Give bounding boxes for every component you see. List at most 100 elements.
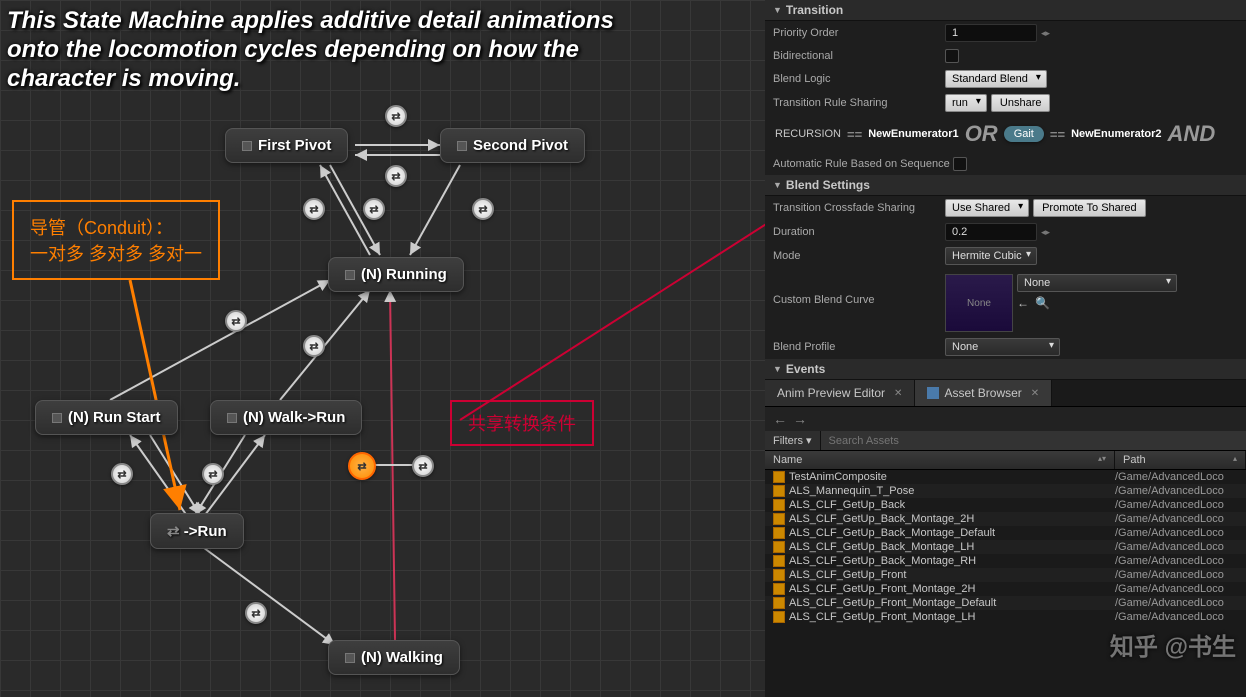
section-header-blend[interactable]: ▼Blend Settings <box>765 175 1246 196</box>
input-priority-order[interactable] <box>945 24 1037 42</box>
transition-icon[interactable]: ⇄ <box>472 198 494 220</box>
transition-icon[interactable]: ⇄ <box>385 105 407 127</box>
state-node-to-run[interactable]: ⇄ ->Run <box>150 513 244 549</box>
transition-icon[interactable]: ⇄ <box>225 310 247 332</box>
label-mode: Mode <box>773 250 945 262</box>
asset-path: /Game/AdvancedLoco <box>1115 583 1238 595</box>
callout-shared: 共享转换条件 <box>450 400 594 446</box>
asset-path: /Game/AdvancedLoco <box>1115 541 1238 553</box>
asset-name: ALS_CLF_GetUp_Front <box>789 569 906 581</box>
transition-icon[interactable]: ⇄ <box>202 463 224 485</box>
transition-icon[interactable]: ⇄ <box>303 335 325 357</box>
label-custom-curve: Custom Blend Curve <box>773 274 945 306</box>
asset-path: /Game/AdvancedLoco <box>1115 569 1238 581</box>
table-row[interactable]: ALS_CLF_GetUp_Front_Montage_2H/Game/Adva… <box>765 582 1246 596</box>
state-machine-graph[interactable]: This State Machine applies additive deta… <box>0 0 765 697</box>
asset-icon <box>773 499 785 511</box>
dropdown-blend-logic[interactable]: Standard Blend <box>945 70 1047 88</box>
column-header-path[interactable]: Path▴ <box>1115 451 1246 469</box>
table-row[interactable]: ALS_CLF_GetUp_Back_Montage_LH/Game/Advan… <box>765 540 1246 554</box>
transition-icon[interactable]: ⇄ <box>245 602 267 624</box>
label-crossfade-sharing: Transition Crossfade Sharing <box>773 202 945 214</box>
dropdown-blend-profile[interactable]: None <box>945 338 1060 356</box>
right-panel: ▼Transition Priority Order ◂▸ Bidirectio… <box>765 0 1246 697</box>
asset-table-body[interactable]: TestAnimComposite/Game/AdvancedLocoALS_M… <box>765 470 1246 697</box>
nav-forward-icon[interactable]: → <box>793 411 807 427</box>
dropdown-share-rule[interactable]: run <box>945 94 987 112</box>
section-header-transition[interactable]: ▼Transition <box>765 0 1246 21</box>
state-node-walking[interactable]: (N) Walking <box>328 640 460 675</box>
dropdown-crossfade[interactable]: Use Shared <box>945 199 1029 217</box>
transition-icon[interactable]: ⇄ <box>412 455 434 477</box>
asset-icon <box>773 611 785 623</box>
close-icon[interactable]: ✕ <box>894 388 902 399</box>
section-header-events[interactable]: ▼Events <box>765 359 1246 380</box>
state-node-first-pivot[interactable]: First Pivot <box>225 128 348 163</box>
gait-pill[interactable]: Gait <box>1004 126 1044 142</box>
label-duration: Duration <box>773 226 945 238</box>
filters-button[interactable]: Filters ▾ <box>765 431 821 450</box>
asset-path: /Game/AdvancedLoco <box>1115 471 1238 483</box>
transition-icon[interactable]: ⇄ <box>303 198 325 220</box>
tab-asset-browser[interactable]: Asset Browser✕ <box>915 380 1052 406</box>
asset-icon <box>773 471 785 483</box>
rule-expression: RECURSION == NewEnumerator1 OR Gait == N… <box>765 115 1246 153</box>
asset-icon <box>773 555 785 567</box>
table-row[interactable]: ALS_CLF_GetUp_Back_Montage_RH/Game/Advan… <box>765 554 1246 568</box>
table-row[interactable]: ALS_Mannequin_T_Pose/Game/AdvancedLoco <box>765 484 1246 498</box>
checkbox-auto-rule[interactable] <box>953 157 967 171</box>
dropdown-mode[interactable]: Hermite Cubic <box>945 247 1037 265</box>
button-promote-shared[interactable]: Promote To Shared <box>1033 199 1146 217</box>
callout-conduit: 导管（Conduit）： 一对多 多对多 多对一 <box>12 200 220 280</box>
search-icon[interactable]: 🔍 <box>1035 296 1050 310</box>
label-bidirectional: Bidirectional <box>773 50 945 62</box>
asset-path: /Game/AdvancedLoco <box>1115 527 1238 539</box>
graph-edges <box>0 0 765 697</box>
tab-anim-preview[interactable]: Anim Preview Editor✕ <box>765 380 915 406</box>
asset-icon <box>773 569 785 581</box>
table-row[interactable]: ALS_CLF_GetUp_Front_Montage_LH/Game/Adva… <box>765 610 1246 624</box>
dropdown-curve-asset[interactable]: None <box>1017 274 1177 292</box>
state-node-second-pivot[interactable]: Second Pivot <box>440 128 585 163</box>
checkbox-bidirectional[interactable] <box>945 49 959 63</box>
nav-back-icon[interactable]: ← <box>773 411 787 427</box>
transition-icon-selected[interactable]: ⇄ <box>348 452 376 480</box>
search-input[interactable] <box>821 431 1246 450</box>
eq-icon: == <box>847 127 862 142</box>
table-row[interactable]: ALS_CLF_GetUp_Back_Montage_2H/Game/Advan… <box>765 512 1246 526</box>
asset-name: ALS_CLF_GetUp_Front_Montage_2H <box>789 583 976 595</box>
asset-path: /Game/AdvancedLoco <box>1115 485 1238 497</box>
curve-preview[interactable]: None <box>945 274 1013 332</box>
asset-path: /Game/AdvancedLoco <box>1115 499 1238 511</box>
label-priority-order: Priority Order <box>773 27 945 39</box>
table-row[interactable]: ALS_CLF_GetUp_Front/Game/AdvancedLoco <box>765 568 1246 582</box>
column-header-name[interactable]: Name▴▾ <box>765 451 1115 469</box>
rule-recursion: RECURSION <box>775 128 841 140</box>
asset-name: ALS_CLF_GetUp_Back_Montage_Default <box>789 527 995 539</box>
table-row[interactable]: ALS_CLF_GetUp_Front_Montage_Default/Game… <box>765 596 1246 610</box>
transition-icon[interactable]: ⇄ <box>385 165 407 187</box>
asset-icon <box>773 527 785 539</box>
table-row[interactable]: TestAnimComposite/Game/AdvancedLoco <box>765 470 1246 484</box>
label-blend-profile: Blend Profile <box>773 341 945 353</box>
table-row[interactable]: ALS_CLF_GetUp_Back_Montage_Default/Game/… <box>765 526 1246 540</box>
transition-icon[interactable]: ⇄ <box>111 463 133 485</box>
and-text: AND <box>1168 121 1216 147</box>
arrow-assign-icon[interactable]: ← <box>1017 296 1029 310</box>
asset-name: ALS_CLF_GetUp_Back_Montage_LH <box>789 541 974 553</box>
state-node-running[interactable]: (N) Running <box>328 257 464 292</box>
input-duration[interactable] <box>945 223 1037 241</box>
table-header: Name▴▾ Path▴ <box>765 451 1246 470</box>
rule-enum1: NewEnumerator1 <box>868 128 958 140</box>
asset-icon <box>773 541 785 553</box>
close-icon[interactable]: ✕ <box>1031 388 1039 399</box>
button-unshare[interactable]: Unshare <box>991 94 1051 112</box>
label-blend-logic: Blend Logic <box>773 73 945 85</box>
table-row[interactable]: ALS_CLF_GetUp_Back/Game/AdvancedLoco <box>765 498 1246 512</box>
state-node-walk-run[interactable]: (N) Walk->Run <box>210 400 362 435</box>
state-node-run-start[interactable]: (N) Run Start <box>35 400 178 435</box>
eq-icon: == <box>1050 127 1065 142</box>
rule-enum2: NewEnumerator2 <box>1071 128 1161 140</box>
transition-icon[interactable]: ⇄ <box>363 198 385 220</box>
asset-name: ALS_CLF_GetUp_Back_Montage_RH <box>789 555 976 567</box>
